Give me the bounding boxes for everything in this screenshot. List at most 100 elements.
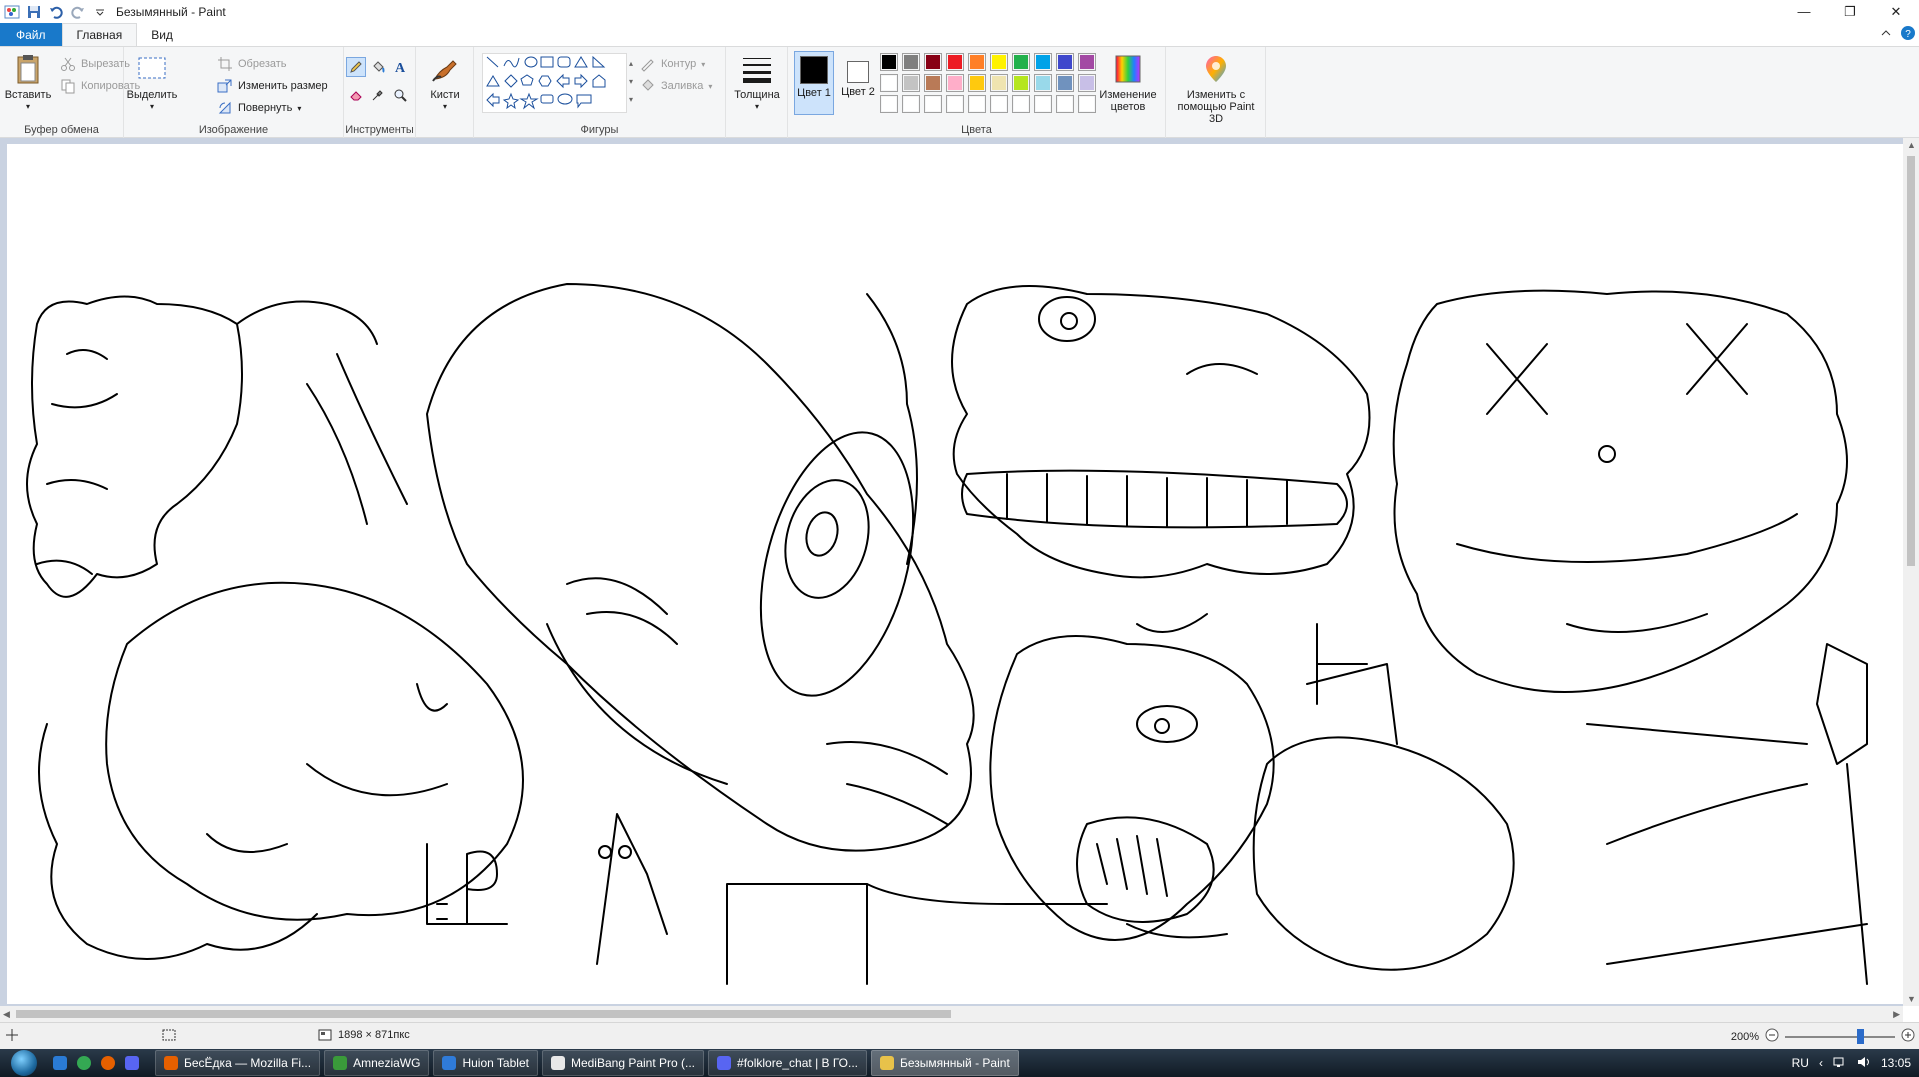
help-icon[interactable]: ? — [1901, 26, 1915, 43]
palette-swatch[interactable] — [924, 74, 942, 92]
size-button[interactable]: Толщина ▾ — [731, 53, 783, 113]
palette-swatch[interactable] — [946, 53, 964, 71]
resize-button[interactable]: Изменить размер — [217, 78, 328, 94]
palette-swatch[interactable] — [1012, 53, 1030, 71]
redo-icon[interactable] — [70, 4, 86, 20]
minimize-button[interactable]: — — [1781, 0, 1827, 23]
horizontal-scroll-thumb[interactable] — [16, 1010, 951, 1018]
clock[interactable]: 13:05 — [1881, 1056, 1911, 1070]
volume-icon[interactable] — [1857, 1056, 1871, 1071]
palette-swatch[interactable] — [880, 53, 898, 71]
scroll-left-icon[interactable]: ◀ — [3, 1009, 10, 1020]
paint3d-button[interactable]: Изменить с помощью Paint 3D — [1170, 53, 1262, 125]
rotate-button[interactable]: Повернуть ▾ — [217, 100, 301, 116]
task-app-icon — [880, 1056, 895, 1070]
palette-swatch[interactable] — [924, 95, 942, 113]
palette-swatch[interactable] — [880, 74, 898, 92]
palette-swatch[interactable] — [946, 95, 964, 113]
taskbar-task[interactable]: Безымянный - Paint — [871, 1050, 1019, 1076]
palette-swatch[interactable] — [902, 74, 920, 92]
tray-expand-icon[interactable]: ‹ — [1819, 1056, 1823, 1070]
palette-swatch[interactable] — [1056, 53, 1074, 71]
undo-icon[interactable] — [48, 4, 64, 20]
vertical-scroll-thumb[interactable] — [1907, 156, 1915, 566]
palette-swatch[interactable] — [1034, 74, 1052, 92]
palette-swatch[interactable] — [1056, 74, 1074, 92]
palette-swatch[interactable] — [990, 95, 1008, 113]
paint-app-icon[interactable] — [4, 4, 20, 20]
vertical-scrollbar[interactable]: ▲ ▼ — [1903, 138, 1919, 1006]
palette-swatch[interactable] — [1056, 95, 1074, 113]
outline-button[interactable]: Контур ▾ — [640, 56, 705, 72]
cut-button[interactable]: Вырезать — [60, 56, 130, 72]
palette-swatch[interactable] — [1012, 95, 1030, 113]
palette-swatch[interactable] — [1012, 74, 1030, 92]
magnifier-tool[interactable] — [390, 85, 410, 105]
palette-swatch[interactable] — [968, 95, 986, 113]
shapes-gallery[interactable] — [482, 53, 627, 113]
customize-qat-icon[interactable] — [92, 4, 108, 20]
palette-swatch[interactable] — [880, 95, 898, 113]
zoom-in-icon[interactable] — [1901, 1028, 1915, 1045]
paste-button[interactable]: Вставить ▾ — [5, 53, 51, 113]
zoom-slider[interactable] — [1785, 1028, 1895, 1044]
tools-grid: A — [346, 57, 412, 105]
crop-button[interactable]: Обрезать — [217, 56, 287, 72]
horizontal-scrollbar[interactable]: ◀ ▶ — [0, 1006, 1903, 1022]
scroll-down-icon[interactable]: ▼ — [1907, 994, 1916, 1004]
zoom-control: 200% — [1731, 1028, 1915, 1045]
color2-swatch — [847, 61, 869, 83]
palette-swatch[interactable] — [968, 53, 986, 71]
color-picker-tool[interactable] — [368, 85, 388, 105]
palette-swatch[interactable] — [946, 74, 964, 92]
save-icon[interactable] — [26, 4, 42, 20]
language-indicator[interactable]: RU — [1792, 1056, 1809, 1070]
close-button[interactable]: ✕ — [1873, 0, 1919, 23]
network-icon[interactable] — [1833, 1056, 1847, 1071]
edit-colors-button[interactable]: Изменение цветов — [1094, 53, 1162, 113]
palette-swatch[interactable] — [902, 53, 920, 71]
taskbar-task[interactable]: MediBang Paint Pro (... — [541, 1050, 705, 1076]
cursor-position — [6, 1029, 18, 1041]
brushes-button[interactable]: Кисти ▾ — [424, 53, 466, 113]
fill-tool[interactable] — [368, 57, 388, 77]
pinned-chrome[interactable] — [73, 1052, 95, 1074]
pinned-discord[interactable] — [121, 1052, 143, 1074]
collapse-ribbon-icon[interactable] — [1881, 28, 1891, 41]
maximize-button[interactable]: ❐ — [1827, 0, 1873, 23]
scroll-up-icon[interactable]: ▲ — [1907, 140, 1916, 150]
pinned-app-1[interactable] — [49, 1052, 71, 1074]
task-app-icon — [550, 1056, 565, 1070]
color1-button[interactable]: Цвет 1 — [794, 51, 834, 115]
select-button[interactable]: Выделить ▾ — [127, 53, 177, 113]
taskbar-task[interactable]: AmneziaWG — [324, 1050, 430, 1076]
taskbar-task[interactable]: БесЁдка — Mozilla Fi... — [155, 1050, 321, 1076]
eraser-tool[interactable] — [346, 85, 366, 105]
start-button[interactable] — [0, 1049, 48, 1077]
image-group: Выделить ▾ Обрезать Изменить размер Пове… — [124, 47, 344, 138]
pinned-firefox[interactable] — [97, 1052, 119, 1074]
palette-swatch[interactable] — [1034, 53, 1052, 71]
drawing-canvas[interactable] — [7, 144, 1903, 1004]
palette-swatch[interactable] — [990, 74, 1008, 92]
palette-swatch[interactable] — [924, 53, 942, 71]
zoom-out-icon[interactable] — [1765, 1028, 1779, 1045]
color2-button[interactable]: Цвет 2 — [838, 51, 878, 115]
task-app-icon — [333, 1056, 348, 1070]
text-tool[interactable]: A — [390, 57, 410, 77]
tab-file[interactable]: Файл — [0, 23, 62, 46]
tab-home[interactable]: Главная — [61, 23, 138, 46]
fill-button[interactable]: Заливка ▾ — [640, 78, 712, 94]
svg-text:A: A — [395, 61, 406, 74]
zoom-slider-thumb[interactable] — [1857, 1028, 1864, 1044]
taskbar-task[interactable]: #folklore_chat | В ГО... — [708, 1050, 868, 1076]
pencil-tool[interactable] — [346, 57, 366, 77]
scroll-right-icon[interactable]: ▶ — [1893, 1009, 1900, 1020]
palette-swatch[interactable] — [968, 74, 986, 92]
tab-view[interactable]: Вид — [137, 23, 187, 46]
palette-swatch[interactable] — [902, 95, 920, 113]
palette-swatch[interactable] — [1034, 95, 1052, 113]
rotate-icon — [218, 101, 231, 114]
palette-swatch[interactable] — [990, 53, 1008, 71]
taskbar-task[interactable]: Huion Tablet — [433, 1050, 538, 1076]
